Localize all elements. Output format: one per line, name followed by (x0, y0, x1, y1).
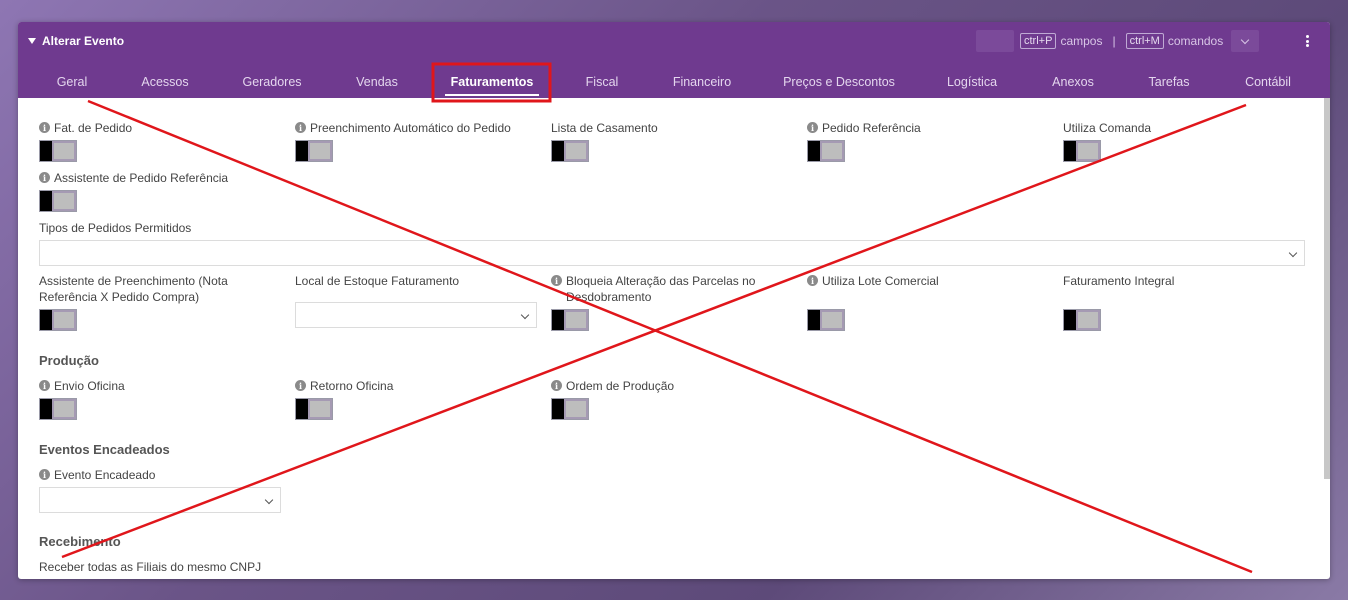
field-label: Envio Oficina (54, 379, 125, 393)
local-estoque-select[interactable] (295, 302, 537, 328)
commands-shortcut-label[interactable]: comandos (1168, 34, 1223, 48)
field-local-estoque: Local de Estoque Faturamento (295, 273, 537, 328)
collapse-toggle[interactable]: Alterar Evento (28, 34, 124, 48)
tab-precos-descontos[interactable]: Preços e Descontos (783, 75, 895, 89)
field-receber-filiais: Receber todas as Filiais do mesmo CNPJ (39, 559, 261, 579)
info-icon[interactable]: i (295, 380, 306, 391)
window-title: Alterar Evento (42, 34, 125, 48)
faturamento-integral-toggle[interactable] (1063, 309, 1101, 331)
info-icon[interactable]: i (551, 380, 562, 391)
fields-shortcut-label[interactable]: campos (1060, 34, 1102, 48)
alterar-evento-window: Alterar Evento ctrl+P campos | ctrl+M co… (18, 22, 1330, 579)
commands-shortcut-key: ctrl+M (1125, 33, 1164, 49)
field-label: Local de Estoque Faturamento (295, 274, 460, 288)
field-label: Evento Encadeado (54, 468, 156, 482)
field-ordem-producao: i Ordem de Produção (551, 378, 674, 420)
tab-geradores[interactable]: Geradores (242, 75, 301, 89)
field-label: Utiliza Comanda (1063, 121, 1152, 135)
field-tipos-pedidos: Tipos de Pedidos Permitidos (39, 220, 1305, 266)
fields-shortcut-key: ctrl+P (1020, 33, 1057, 49)
field-label: Retorno Oficina (310, 379, 394, 393)
section-producao: Produção (39, 353, 99, 368)
evento-encadeado-select[interactable] (39, 487, 281, 513)
field-faturamento-integral: Faturamento Integral (1063, 273, 1174, 331)
info-icon[interactable]: i (807, 275, 818, 286)
field-label: Receber todas as Filiais do mesmo CNPJ (39, 560, 262, 574)
section-eventos-encadeados: Eventos Encadeados (39, 442, 170, 457)
field-envio-oficina: i Envio Oficina (39, 378, 125, 420)
field-utiliza-comanda: Utiliza Comanda (1063, 120, 1151, 162)
more-options-icon[interactable] (1302, 33, 1312, 49)
chevron-down-icon (1240, 35, 1250, 44)
tab-tarefas[interactable]: Tarefas (1149, 75, 1190, 89)
info-icon[interactable]: i (807, 122, 818, 133)
chevron-down-icon (520, 310, 530, 320)
tab-contabil[interactable]: Contábil (1245, 75, 1291, 89)
field-label: Faturamento Integral (1063, 274, 1175, 288)
tab-geral[interactable]: Geral (57, 75, 88, 89)
field-evento-encadeado: i Evento Encadeado (39, 467, 281, 513)
field-label: Lista de Casamento (551, 121, 658, 135)
field-label: Fat. de Pedido (54, 121, 133, 135)
envio-oficina-toggle[interactable] (39, 398, 77, 420)
field-label: Ordem de Produção (566, 379, 675, 393)
field-label: Pedido Referência (822, 121, 921, 135)
preenchimento-auto-toggle[interactable] (295, 140, 333, 162)
active-tab-indicator (445, 94, 539, 96)
field-preenchimento-auto: i Preenchimento Automático do Pedido (295, 120, 511, 162)
fat-pedido-toggle[interactable] (39, 140, 77, 162)
info-icon[interactable]: i (39, 122, 50, 133)
field-bloqueia-parcelas: i Bloqueia Alteração das Parcelas no Des… (551, 273, 791, 331)
field-pedido-referencia: i Pedido Referência (807, 120, 921, 162)
field-assistente-pedido-ref: i Assistente de Pedido Referência (39, 170, 228, 212)
field-label-line2: Referência X Pedido Compra) (39, 290, 200, 304)
vertical-scrollbar[interactable] (1324, 98, 1330, 479)
tipos-pedidos-select[interactable] (39, 240, 1305, 266)
tab-logistica[interactable]: Logística (947, 75, 997, 89)
field-label-line2: Desdobramento (566, 290, 652, 304)
shortcut-bar: ctrl+P campos | ctrl+M comandos (976, 30, 1260, 52)
ordem-producao-toggle[interactable] (551, 398, 589, 420)
tab-faturamentos[interactable]: Faturamentos (451, 75, 534, 89)
window-header: Alterar Evento ctrl+P campos | ctrl+M co… (18, 22, 1330, 98)
field-retorno-oficina: i Retorno Oficina (295, 378, 393, 420)
commands-dropdown-button[interactable] (1231, 30, 1260, 52)
field-label: Tipos de Pedidos Permitidos (39, 221, 192, 235)
field-label: Assistente de Pedido Referência (54, 171, 229, 185)
tab-vendas[interactable]: Vendas (356, 75, 398, 89)
lista-casamento-toggle[interactable] (551, 140, 589, 162)
field-lista-casamento: Lista de Casamento (551, 120, 658, 162)
bloqueia-parcelas-toggle[interactable] (551, 309, 589, 331)
utiliza-comanda-toggle[interactable] (1063, 140, 1101, 162)
pedido-referencia-toggle[interactable] (807, 140, 845, 162)
info-icon[interactable]: i (39, 172, 50, 183)
tab-bar: Geral Acessos Geradores Vendas Faturamen… (18, 62, 1330, 98)
tab-anexos[interactable]: Anexos (1052, 75, 1094, 89)
shortcut-box[interactable] (976, 30, 1014, 52)
chevron-down-icon (1288, 248, 1298, 258)
lote-comercial-toggle[interactable] (807, 309, 845, 331)
info-icon[interactable]: i (39, 380, 50, 391)
faturamentos-panel: i Fat. de Pedido i Preenchimento Automátic… (18, 98, 1324, 579)
tab-fiscal[interactable]: Fiscal (586, 75, 619, 89)
tab-acessos[interactable]: Acessos (141, 75, 188, 89)
info-icon[interactable]: i (295, 122, 306, 133)
field-label: Preenchimento Automático do Pedido (310, 121, 511, 135)
field-fat-pedido: i Fat. de Pedido (39, 120, 132, 162)
info-icon[interactable]: i (551, 275, 562, 286)
assistente-pedido-ref-toggle[interactable] (39, 190, 77, 212)
retorno-oficina-toggle[interactable] (295, 398, 333, 420)
chevron-down-icon (264, 495, 274, 505)
field-label: Utiliza Lote Comercial (822, 274, 939, 288)
field-label-line1: Assistente de Preenchimento (Nota (39, 274, 228, 288)
caret-down-icon (28, 38, 36, 44)
assistente-preenchimento-toggle[interactable] (39, 309, 77, 331)
tab-financeiro[interactable]: Financeiro (673, 75, 731, 89)
field-lote-comercial: i Utiliza Lote Comercial (807, 273, 939, 331)
section-recebimento: Recebimento (39, 534, 121, 549)
shortcut-separator: | (1112, 34, 1116, 48)
field-label-line1: Bloqueia Alteração das Parcelas no (566, 274, 756, 288)
info-icon[interactable]: i (39, 469, 50, 480)
field-assistente-preenchimento: Assistente de Preenchimento (Nota Referê… (39, 273, 269, 331)
